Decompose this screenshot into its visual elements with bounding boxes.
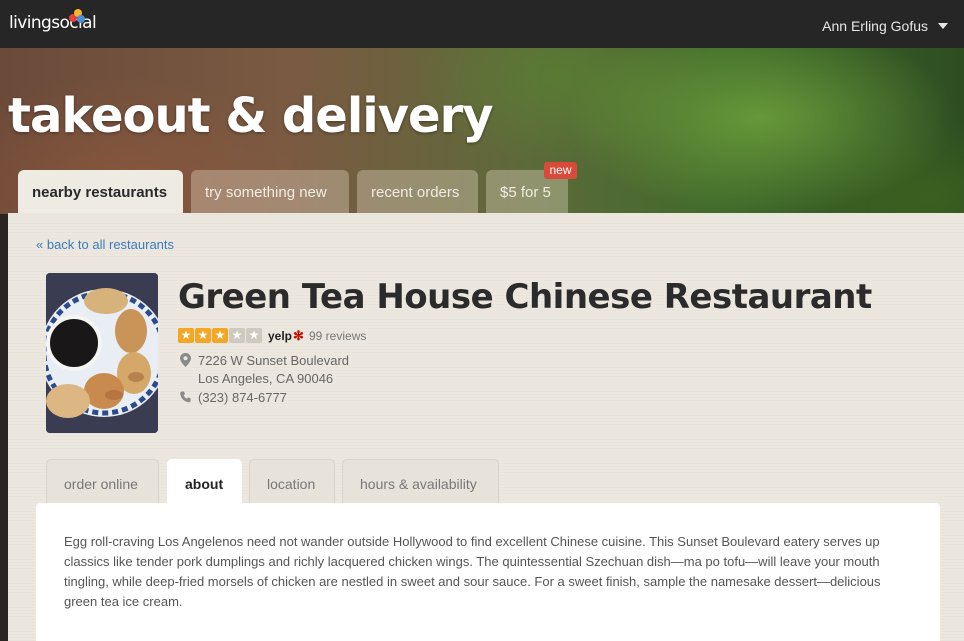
restaurant-phone[interactable]: (323) 874-6777 (198, 390, 287, 405)
user-name: Ann Erling Gofus (822, 18, 928, 34)
star-icon: ★ (229, 328, 245, 343)
tab-label: hours & availability (360, 476, 477, 492)
tab-order-online[interactable]: order online (46, 459, 159, 504)
yelp-label: yelp (268, 329, 293, 343)
caret-down-icon (938, 23, 948, 29)
logo-mark-icon (69, 9, 85, 23)
tab-label: order online (64, 476, 138, 492)
tab-label: about (185, 476, 224, 492)
tab-nearby-restaurants[interactable]: nearby restaurants (18, 170, 183, 214)
star-icon: ★ (212, 328, 228, 343)
tab-recent-orders[interactable]: recent orders (357, 170, 478, 214)
dumplings-photo (46, 273, 158, 433)
about-description: Egg roll-craving Los Angelenos need not … (64, 534, 881, 609)
user-menu[interactable]: Ann Erling Gofus (822, 18, 948, 34)
yelp-logo: yelp ✻ (268, 328, 304, 344)
back-to-restaurants-link[interactable]: « back to all restaurants (36, 237, 174, 252)
star-icon: ★ (178, 328, 194, 343)
phone-icon (180, 391, 191, 403)
page-title: takeout & delivery (8, 88, 494, 144)
tab-location[interactable]: location (249, 459, 335, 504)
tab-label: $5 for 5 (500, 184, 551, 201)
yelp-burst-icon: ✻ (293, 328, 304, 343)
tab-label: try something new (205, 184, 327, 201)
tab-hours-availability[interactable]: hours & availability (342, 459, 499, 504)
star-icon: ★ (195, 328, 211, 343)
top-bar: livingsocial Ann Erling Gofus (0, 0, 964, 48)
tab-label: location (267, 476, 316, 492)
restaurant-address: 7226 W Sunset Boulevard Los Angeles, CA … (198, 352, 349, 388)
tab-about[interactable]: about (167, 459, 242, 504)
map-pin-icon (180, 353, 191, 367)
rating-stars: ★ ★ ★ ★ ★ (178, 328, 262, 343)
tab-label: nearby restaurants (32, 184, 168, 201)
tab-label: recent orders (371, 184, 460, 201)
review-count[interactable]: 99 reviews (309, 329, 366, 343)
star-icon: ★ (246, 328, 262, 343)
restaurant-photo (46, 273, 158, 433)
restaurant-name: Green Tea House Chinese Restaurant (178, 277, 872, 317)
tab-try-something-new[interactable]: try something new (191, 170, 349, 214)
new-badge: new (544, 162, 577, 179)
address-line-2: Los Angeles, CA 90046 (198, 371, 334, 386)
address-line-1: 7226 W Sunset Boulevard (198, 353, 350, 368)
